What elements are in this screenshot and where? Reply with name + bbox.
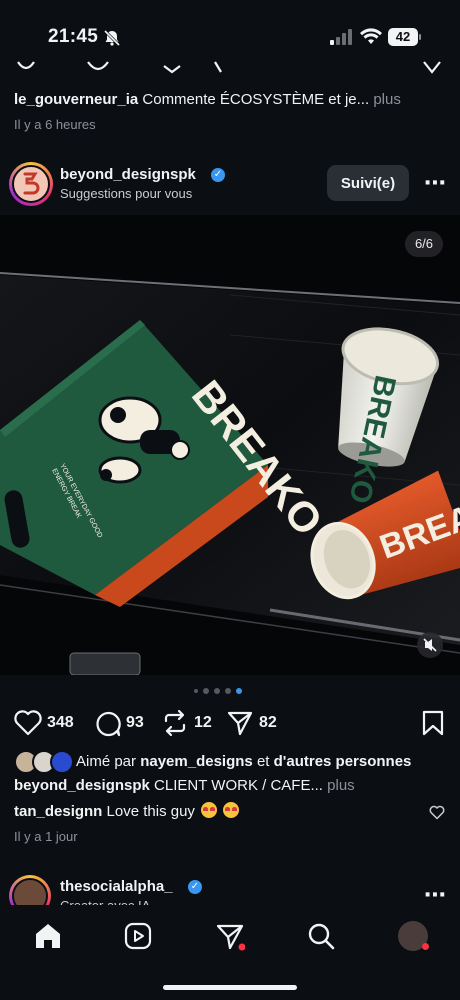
following-button[interactable]: Suivi(e) (327, 165, 409, 201)
like-heart-icon[interactable] (14, 710, 42, 736)
caption-text: CLIENT WORK / CAFE... (154, 777, 323, 794)
carousel-dot-active (236, 688, 242, 694)
comment-more-link[interactable]: plus (373, 91, 401, 108)
heart-eyes-emoji-icon (223, 802, 240, 818)
verified-badge-icon: ✓ (211, 168, 225, 182)
post-caption[interactable]: beyond_designspk CLIENT WORK / CAFE... p… (14, 777, 355, 794)
bell-muted-icon (103, 29, 121, 47)
top-comment-text: Love this guy (106, 803, 195, 820)
comment-count[interactable]: 93 (126, 714, 144, 732)
previous-post-actions (0, 60, 460, 78)
previous-post-comment[interactable]: le_gouverneur_ia Commente ÉCOSYSTÈME et … (14, 91, 401, 108)
notification-dot (422, 943, 429, 950)
more-options-icon[interactable]: ⋯ (424, 170, 447, 196)
liked-by-conjunction: et (256, 753, 270, 770)
carousel-dot (214, 688, 220, 694)
carousel-dots (194, 688, 242, 694)
liked-by-prefix: Aimé par (76, 753, 137, 770)
share-count[interactable]: 82 (259, 714, 277, 732)
previous-post-action-icons (17, 61, 441, 74)
mute-toggle[interactable] (417, 632, 443, 658)
avatar[interactable] (12, 165, 50, 203)
comment-text: Commente ÉCOSYSTÈME et je... (142, 91, 370, 108)
carousel-dot (225, 688, 231, 694)
post-username[interactable]: beyond_designspk (60, 166, 196, 183)
reels-icon[interactable] (123, 921, 153, 951)
comment-icon[interactable] (93, 709, 121, 737)
repost-count[interactable]: 12 (194, 714, 212, 732)
post-subtitle: Suggestions pour vous (60, 186, 193, 201)
direct-icon[interactable] (215, 921, 245, 951)
repost-icon[interactable] (161, 709, 189, 737)
comment-username[interactable]: le_gouverneur_ia (14, 91, 138, 108)
status-time: 21:45 (48, 26, 99, 47)
liked-by-username[interactable]: nayem_designs (140, 753, 253, 770)
image-counter: 6/6 (405, 231, 443, 257)
caption-more-link[interactable]: plus (327, 777, 355, 794)
carousel-dot (203, 688, 209, 694)
home-icon[interactable] (33, 921, 63, 951)
profile-icon[interactable] (398, 921, 429, 951)
share-send-icon[interactable] (226, 709, 254, 737)
search-icon[interactable] (306, 921, 336, 951)
previous-post-timestamp: Il y a 6 heures (14, 117, 96, 132)
liked-by-others[interactable]: d'autres personnes (274, 753, 412, 770)
wifi-icon (360, 28, 382, 44)
brand-logo-icon (23, 172, 40, 195)
liked-by-text[interactable]: Aimé par nayem_designs et d'autres perso… (76, 753, 411, 770)
avatar (50, 750, 74, 774)
battery-tip (419, 34, 421, 40)
bookmark-icon[interactable] (421, 709, 445, 737)
product-mockup-image: BREAKO YOUR EVERYDAY GOOD ENERGY BREAK B… (0, 215, 460, 675)
cellular-signal-icon (330, 29, 352, 45)
top-comment[interactable]: tan_designn Love this guy (14, 802, 240, 820)
comment-like-heart-icon[interactable] (429, 805, 445, 820)
next-post-username[interactable]: thesocialalpha_ (60, 878, 173, 895)
carousel-dot (194, 689, 198, 693)
caption-username[interactable]: beyond_designspk (14, 777, 150, 794)
heart-eyes-emoji-icon (201, 802, 218, 818)
like-count[interactable]: 348 (47, 714, 74, 732)
verified-badge-icon: ✓ (188, 880, 202, 894)
top-comment-username[interactable]: tan_designn (14, 803, 102, 820)
battery-indicator: 42 (388, 28, 418, 46)
home-indicator (163, 985, 297, 990)
post-timestamp: Il y a 1 jour (14, 829, 78, 844)
post-actions: 348 93 12 82 (0, 706, 460, 740)
post-image[interactable]: BREAKO YOUR EVERYDAY GOOD ENERGY BREAK B… (0, 215, 460, 675)
speaker-muted-icon (423, 638, 437, 652)
